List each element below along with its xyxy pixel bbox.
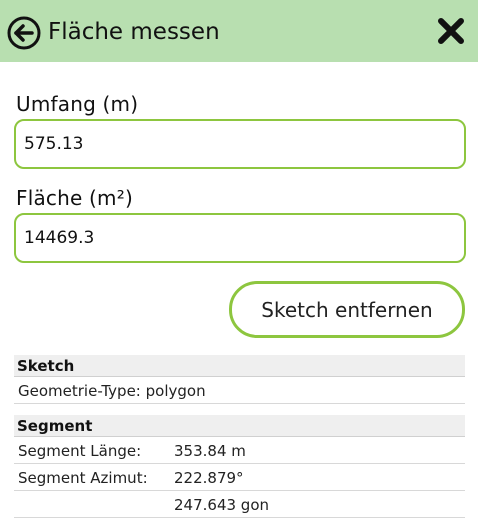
segment-length-value: 353.84 m xyxy=(174,442,246,460)
sketch-section-header: Sketch xyxy=(14,355,465,377)
segment-azimuth-label: Segment Azimut: xyxy=(18,469,148,487)
area-field[interactable] xyxy=(14,213,466,263)
area-label: Fläche (m²) xyxy=(16,186,133,210)
segment-azimuth-gon-value: 247.643 gon xyxy=(174,496,270,514)
segment-length-row: Segment Länge: 353.84 m xyxy=(14,438,465,464)
perimeter-label: Umfang (m) xyxy=(16,92,139,116)
header-bar: Fläche messen xyxy=(0,0,478,62)
segment-length-label: Segment Länge: xyxy=(18,442,142,460)
segment-section-header: Segment xyxy=(14,415,465,437)
remove-sketch-button[interactable]: Sketch entfernen xyxy=(229,281,465,338)
geometry-type-text: Geometrie-Type: polygon xyxy=(18,382,206,400)
segment-azimuth-value: 222.879° xyxy=(174,469,244,487)
segment-azimuth-gon-row: 247.643 gon xyxy=(14,492,465,518)
segment-azimuth-row: Segment Azimut: 222.879° xyxy=(14,465,465,491)
perimeter-field[interactable] xyxy=(14,119,466,169)
close-icon[interactable] xyxy=(436,16,466,46)
back-arrow-icon[interactable] xyxy=(6,15,42,51)
geometry-type-row: Geometrie-Type: polygon xyxy=(14,378,465,404)
page-title: Fläche messen xyxy=(48,19,220,45)
